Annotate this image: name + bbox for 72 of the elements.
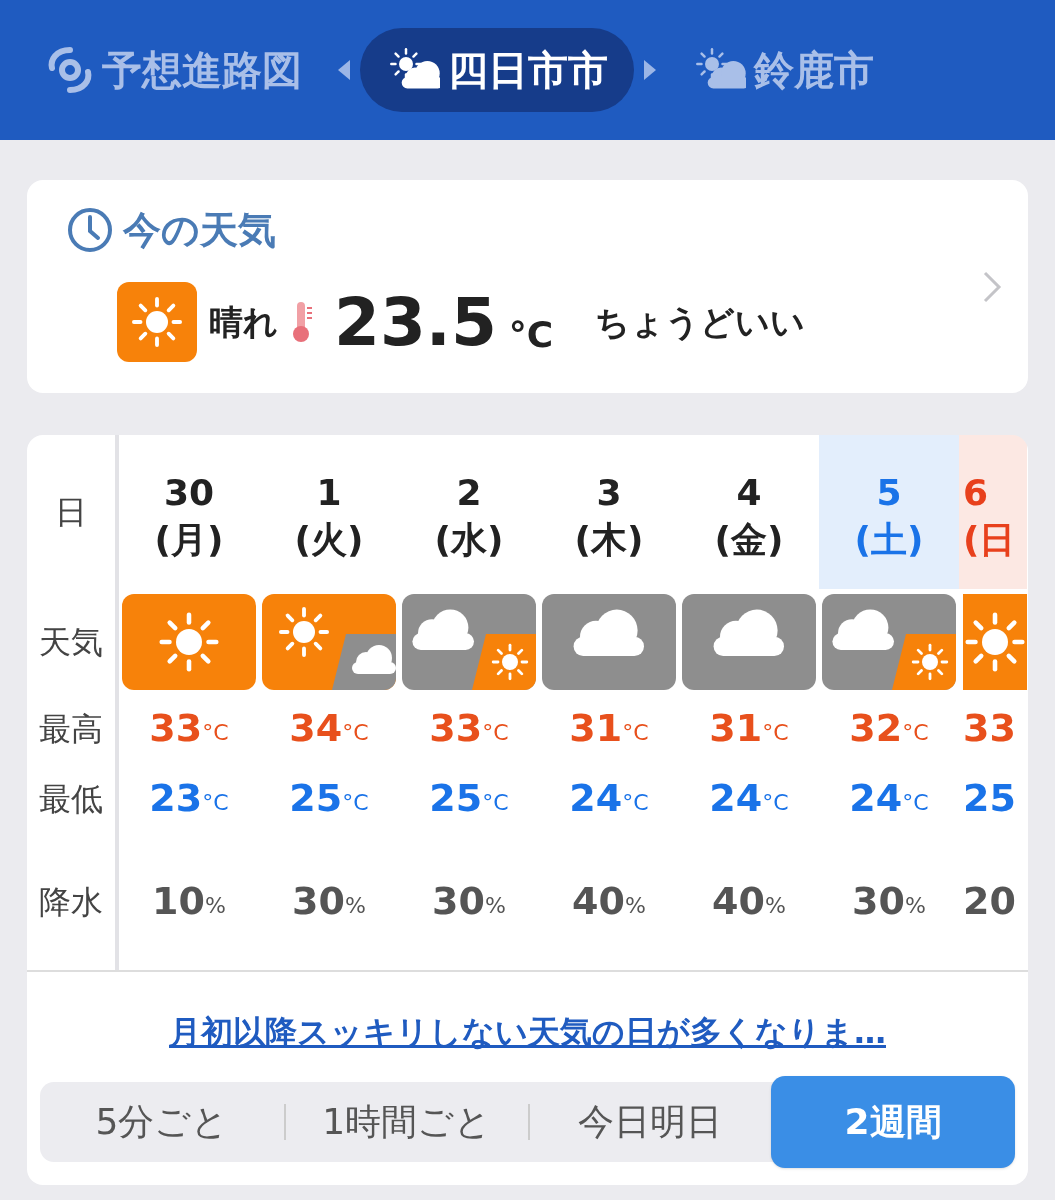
current-weather-card[interactable]: 今の天気 晴れ 23.5 °C ちょうどいい (27, 180, 1028, 393)
high-temperature: 33 (429, 705, 483, 753)
caret-right-icon[interactable] (644, 60, 656, 80)
temperature-value: 23.5 (334, 282, 497, 363)
temperature-unit: °C (482, 789, 509, 818)
low-temperature: 24 (849, 775, 903, 823)
low-temperature: 25 (289, 775, 343, 823)
high-temperature: 31 (569, 705, 623, 753)
percent-unit: % (205, 892, 226, 921)
temperature-unit: °C (622, 789, 649, 818)
low-temperature: 23 (149, 775, 203, 823)
location-tab[interactable]: 鈴鹿市 (666, 28, 900, 112)
date-header: 1 (火) (293, 471, 365, 563)
high-temperature: 33 (149, 705, 203, 753)
precipitation-value: 20 (963, 878, 1016, 926)
condition-text: 晴れ (209, 300, 278, 344)
location-tab[interactable]: 予想進路図 (20, 28, 328, 112)
temperature-unit: °C (762, 789, 789, 818)
precipitation-value: 30 (292, 878, 345, 926)
high-temperature: 32 (849, 705, 903, 753)
date-header: 30 (月) (153, 471, 225, 563)
location-tab[interactable]: 四日市市 (360, 28, 634, 112)
percent-unit: % (905, 892, 926, 921)
date-header: 2 (水) (433, 471, 505, 563)
row-label: 日 (55, 492, 87, 534)
period-tab[interactable]: 5分ごと (40, 1082, 284, 1162)
precipitation-value: 40 (712, 878, 765, 926)
temperature-unit: °C (482, 719, 509, 748)
forecast-comment-link[interactable]: 月初以降スッキリしない天気の日が多くなりま… (169, 1008, 886, 1056)
period-tab[interactable]: 2週間 (771, 1076, 1015, 1168)
date-header: 5 (土) (819, 435, 959, 590)
temperature-unit: °C (902, 719, 929, 748)
temperature-unit: °C (762, 719, 789, 748)
precipitation-value: 30 (852, 878, 905, 926)
low-temperature: 25 (963, 775, 1016, 823)
row-label: 最低 (39, 778, 103, 820)
percent-unit: % (765, 892, 786, 921)
temperature-unit: °C (622, 719, 649, 748)
date-header: 3 (木) (573, 471, 645, 563)
high-temperature: 33 (963, 705, 1016, 753)
precipitation-value: 30 (432, 878, 485, 926)
temperature-unit: °C (342, 789, 369, 818)
clock-icon (67, 207, 113, 253)
temperature-unit: °C (202, 719, 229, 748)
precipitation-value: 40 (572, 878, 625, 926)
sun-icon (117, 282, 197, 362)
period-tab[interactable]: 1時間ごと (285, 1082, 528, 1162)
thermometer-icon (290, 300, 314, 344)
row-label: 最高 (39, 708, 103, 750)
caret-left-icon[interactable] (338, 60, 350, 80)
temperature-unit: °C (902, 789, 929, 818)
row-label: 天気 (39, 621, 103, 663)
high-temperature: 31 (709, 705, 763, 753)
typhoon-icon (46, 46, 94, 94)
temperature-unit: °C (508, 312, 554, 357)
low-temperature: 24 (569, 775, 623, 823)
high-temperature: 34 (289, 705, 343, 753)
date-header: 6 (日 (959, 435, 1027, 590)
percent-unit: % (625, 892, 646, 921)
card-title: 今の天気 (123, 206, 276, 254)
temperature-unit: °C (202, 789, 229, 818)
percent-unit: % (345, 892, 366, 921)
percent-unit: % (485, 892, 506, 921)
precipitation-value: 10 (152, 878, 205, 926)
row-label: 降水 (39, 881, 103, 923)
low-temperature: 25 (429, 775, 483, 823)
chevron-right-icon (982, 269, 1002, 304)
low-temperature: 24 (709, 775, 763, 823)
feeling-text: ちょうどいい (595, 300, 806, 344)
date-header: 4 (金) (713, 471, 785, 563)
temperature-unit: °C (342, 719, 369, 748)
period-tab[interactable]: 今日明日 (529, 1082, 772, 1162)
